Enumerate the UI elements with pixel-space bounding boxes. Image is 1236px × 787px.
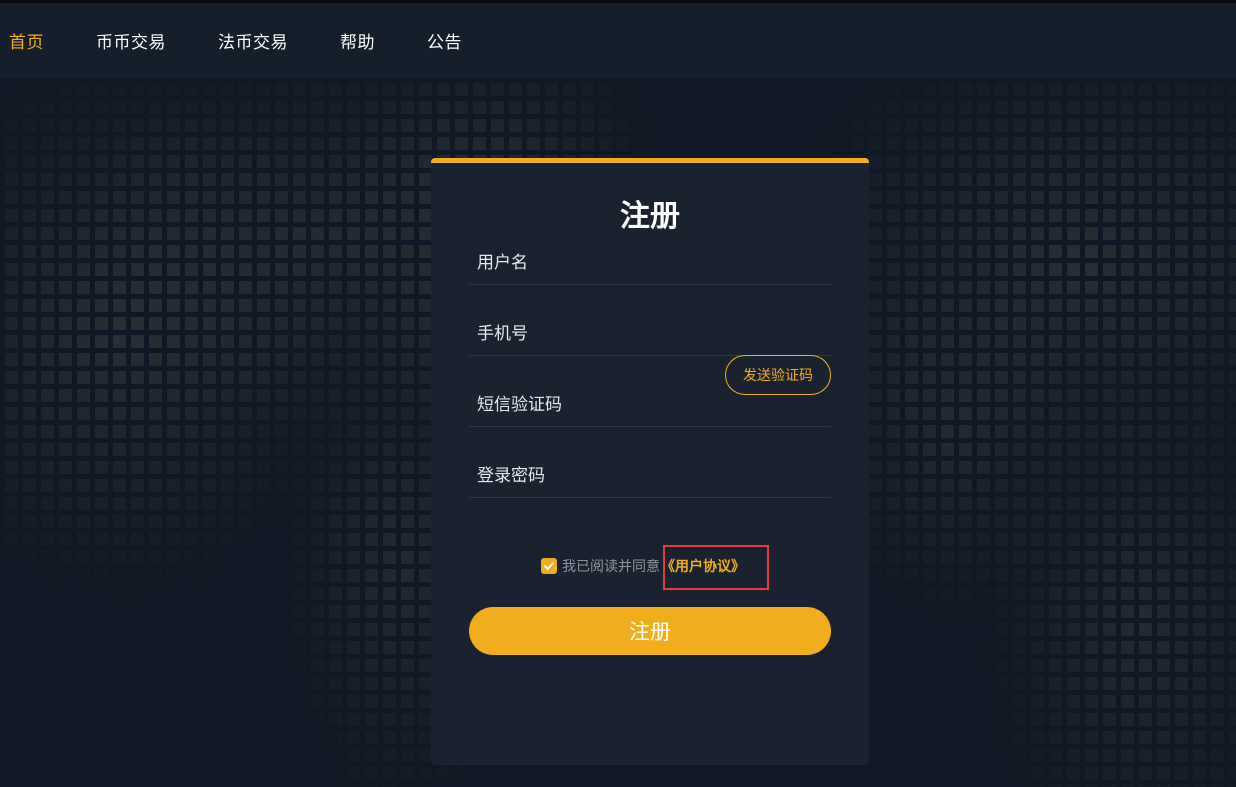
- nav-item-spot-trading[interactable]: 币币交易: [96, 28, 166, 53]
- register-button[interactable]: 注册: [469, 607, 831, 655]
- nav-item-home[interactable]: 首页: [9, 28, 44, 53]
- agreement-row: 我已阅读并同意 《用户协议》: [541, 555, 745, 577]
- phone-field: [469, 312, 831, 356]
- user-agreement-link[interactable]: 《用户协议》: [661, 556, 745, 576]
- send-code-button[interactable]: 发送验证码: [725, 355, 831, 395]
- nav-item-announcements[interactable]: 公告: [427, 28, 462, 53]
- agree-text: 我已阅读并同意: [562, 559, 660, 575]
- username-field: [469, 241, 831, 285]
- nav-item-fiat-trading[interactable]: 法币交易: [218, 28, 288, 53]
- register-card: 注册 发送验证码 我已阅读并同意 《用户协议》 注册: [431, 158, 869, 765]
- phone-input[interactable]: [469, 312, 831, 355]
- check-icon: [544, 562, 554, 570]
- top-navbar: 首页 币币交易 法币交易 帮助 公告: [0, 0, 1236, 78]
- sms-code-field: 发送验证码: [469, 355, 831, 427]
- password-field: [469, 454, 831, 498]
- sms-code-input[interactable]: [469, 383, 709, 426]
- main-nav: 首页 币币交易 法币交易 帮助 公告: [0, 3, 1236, 78]
- agree-checkbox[interactable]: [541, 558, 557, 574]
- nav-item-help[interactable]: 帮助: [340, 28, 375, 53]
- username-input[interactable]: [469, 241, 831, 284]
- register-title: 注册: [620, 199, 680, 234]
- password-input[interactable]: [469, 454, 831, 497]
